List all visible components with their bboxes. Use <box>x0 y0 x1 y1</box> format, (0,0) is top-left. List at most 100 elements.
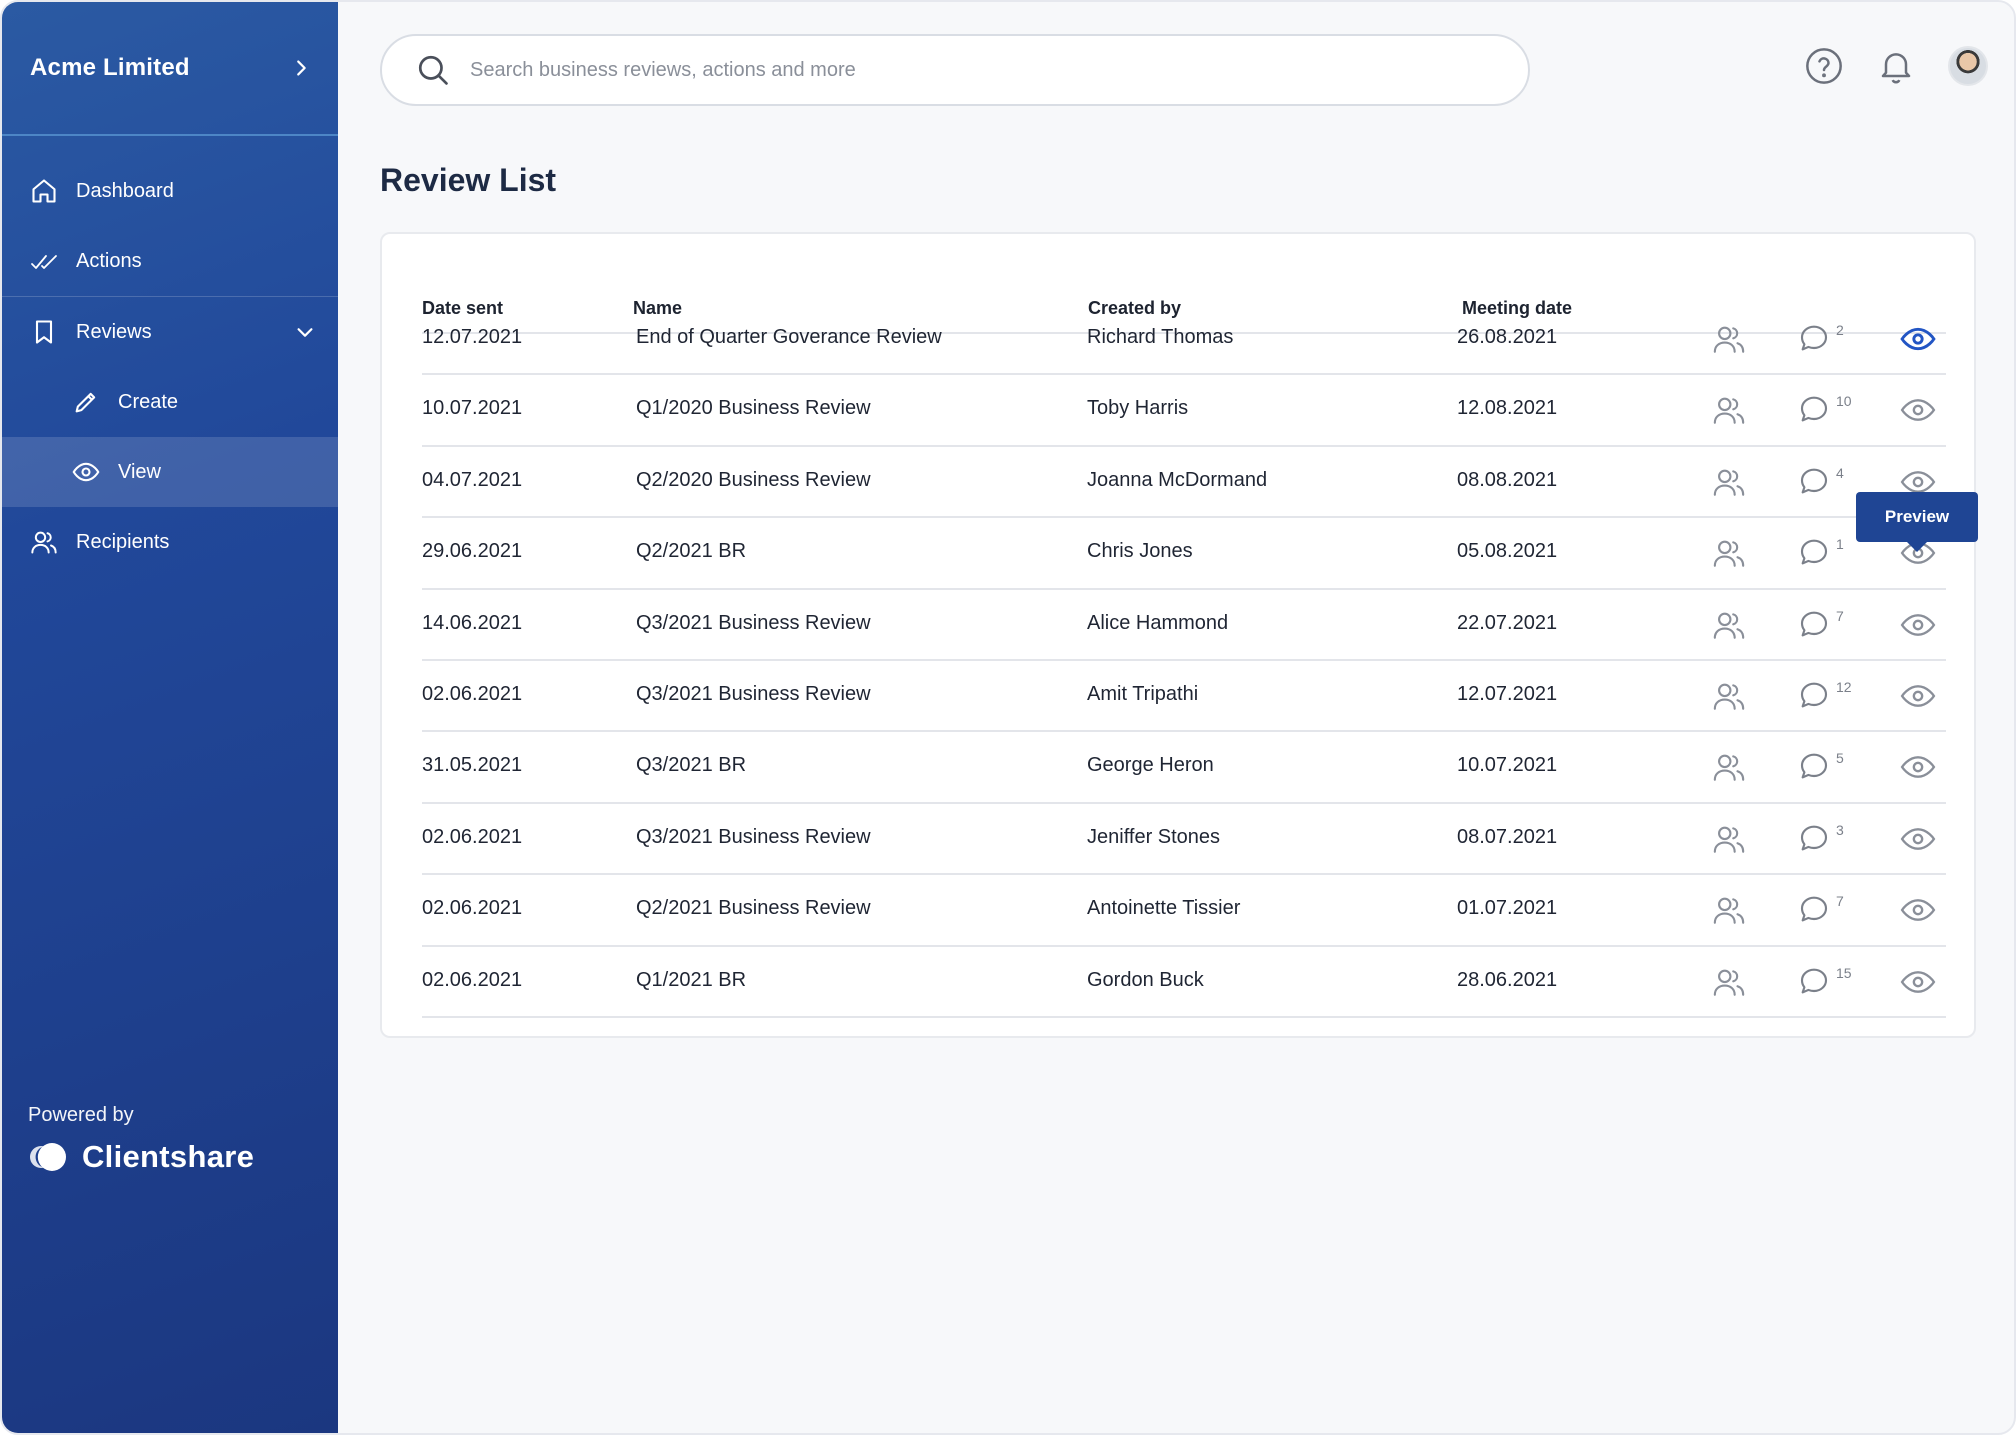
sidebar-item-reviews[interactable]: Reviews <box>2 297 338 367</box>
comment-icon[interactable] <box>1798 750 1830 782</box>
comment-icon[interactable] <box>1798 679 1830 711</box>
date-sent-cell: 02.06.2021 <box>422 968 523 991</box>
created-by-cell: Chris Jones <box>1087 540 1193 563</box>
meeting-date-cell: 08.07.2021 <box>1457 825 1558 848</box>
meeting-date-cell: 08.08.2021 <box>1457 468 1558 491</box>
comment-icon[interactable] <box>1798 893 1830 925</box>
sidebar-item-label: View <box>118 460 161 483</box>
sidebar-item-actions[interactable]: Actions <box>2 226 338 296</box>
search-bar[interactable] <box>380 34 1530 106</box>
table-row[interactable]: 12.07.2021 End of Quarter Goverance Revi… <box>422 304 1946 376</box>
eye-icon[interactable] <box>1900 679 1936 713</box>
avatar[interactable] <box>1948 46 1988 86</box>
org-switcher[interactable]: Acme Limited <box>2 2 338 136</box>
meeting-date-cell: 28.06.2021 <box>1457 968 1558 991</box>
sidebar-item-label: Actions <box>76 249 142 272</box>
meeting-date-cell: 12.08.2021 <box>1457 397 1558 420</box>
created-by-cell: Toby Harris <box>1087 397 1189 420</box>
help-circle-icon[interactable] <box>1804 46 1844 86</box>
review-name-cell[interactable]: Q2/2021 BR <box>636 540 746 563</box>
table-row[interactable]: 04.07.2021 Q2/2020 Business Review Joann… <box>422 447 1946 519</box>
comment-count: 10 <box>1836 393 1852 410</box>
app-window: Acme Limited Dashboard Actions Reviews C… <box>0 0 2016 1435</box>
users-icon[interactable] <box>1712 965 1746 999</box>
review-name-cell[interactable]: Q1/2020 Business Review <box>636 397 871 420</box>
comment-count: 7 <box>1836 607 1844 624</box>
comment-icon[interactable] <box>1798 536 1830 568</box>
created-by-cell: Jeniffer Stones <box>1087 825 1221 848</box>
date-sent-cell: 31.05.2021 <box>422 754 523 777</box>
table-body: 12.07.2021 End of Quarter Goverance Revi… <box>422 304 1946 1018</box>
users-icon[interactable] <box>1712 322 1746 356</box>
date-sent-cell: 14.06.2021 <box>422 611 523 634</box>
table-row[interactable]: 31.05.2021 Q3/2021 BR George Heron 10.07… <box>422 732 1946 804</box>
sidebar-item-label: Dashboard <box>76 179 174 202</box>
comment-count: 2 <box>1836 322 1844 338</box>
comment-icon[interactable] <box>1798 965 1830 997</box>
comment-icon[interactable] <box>1798 322 1830 354</box>
brand[interactable]: Clientshare <box>28 1139 254 1175</box>
review-name-cell[interactable]: End of Quarter Goverance Review <box>636 326 942 349</box>
eye-icon[interactable] <box>1900 322 1936 356</box>
created-by-cell: Richard Thomas <box>1087 326 1234 348</box>
sidebar-item-recipients[interactable]: Recipients <box>2 507 338 577</box>
created-by-cell: Gordon Buck <box>1087 968 1204 991</box>
review-name-cell[interactable]: Q3/2021 BR <box>636 754 746 777</box>
review-name-cell[interactable]: Q3/2021 Business Review <box>636 826 871 849</box>
users-icon[interactable] <box>1712 465 1746 499</box>
meeting-date-cell: 10.07.2021 <box>1457 754 1558 777</box>
review-name-cell[interactable]: Q1/2021 BR <box>636 969 746 992</box>
sidebar-item-dashboard[interactable]: Dashboard <box>2 156 338 226</box>
eye-icon[interactable] <box>1900 393 1936 427</box>
comment-count: 5 <box>1836 750 1844 767</box>
date-sent-cell: 02.06.2021 <box>422 682 523 705</box>
sidebar-item-label: Reviews <box>76 320 152 343</box>
sidebar-item-view[interactable]: View <box>2 437 338 507</box>
eye-icon[interactable] <box>1900 750 1936 784</box>
date-sent-cell: 29.06.2021 <box>422 540 523 563</box>
chevron-right-icon <box>297 60 306 76</box>
comment-icon[interactable] <box>1798 822 1830 854</box>
review-name-cell[interactable]: Q2/2020 Business Review <box>636 469 871 492</box>
users-icon[interactable] <box>1712 393 1746 427</box>
meeting-date-cell: 12.07.2021 <box>1457 682 1558 705</box>
meeting-date-cell: 01.07.2021 <box>1457 897 1558 920</box>
sidebar: Acme Limited Dashboard Actions Reviews C… <box>2 2 338 1433</box>
eye-icon[interactable] <box>1900 965 1936 999</box>
table-row[interactable]: 02.06.2021 Q1/2021 BR Gordon Buck 28.06.… <box>422 947 1946 1018</box>
table-row[interactable]: 02.06.2021 Q3/2021 Business Review Jenif… <box>422 804 1946 876</box>
eye-icon <box>72 462 100 482</box>
table-row[interactable]: 02.06.2021 Q2/2021 Business Review Antoi… <box>422 875 1946 947</box>
created-by-cell: Alice Hammond <box>1087 611 1229 634</box>
comment-icon[interactable] <box>1798 608 1830 640</box>
comment-icon[interactable] <box>1798 465 1830 497</box>
review-name-cell[interactable]: Q2/2021 Business Review <box>636 897 871 920</box>
bell-icon[interactable] <box>1876 46 1916 86</box>
powered-by: Powered by Clientshare <box>28 1104 254 1175</box>
search-icon <box>418 55 448 85</box>
users-icon[interactable] <box>1712 822 1746 856</box>
review-name-cell[interactable]: Q3/2021 Business Review <box>636 683 871 706</box>
sidebar-item-create[interactable]: Create <box>2 367 338 437</box>
table-row[interactable]: 29.06.2021 Q2/2021 BR Chris Jones 05.08.… <box>422 518 1946 590</box>
users-icon[interactable] <box>1712 893 1746 927</box>
table-row[interactable]: 02.06.2021 Q3/2021 Business Review Amit … <box>422 661 1946 733</box>
eye-icon[interactable] <box>1900 608 1936 642</box>
header-actions <box>1772 46 1988 86</box>
sidebar-item-label: Recipients <box>76 530 170 553</box>
review-name-cell[interactable]: Q3/2021 Business Review <box>636 612 871 635</box>
eye-icon[interactable] <box>1900 822 1936 856</box>
eye-icon[interactable] <box>1900 893 1936 927</box>
search-input[interactable] <box>470 58 1370 82</box>
users-icon[interactable] <box>1712 608 1746 642</box>
users-icon[interactable] <box>1712 679 1746 713</box>
created-by-cell: Antoinette Tissier <box>1087 897 1241 920</box>
table-row[interactable]: 14.06.2021 Q3/2021 Business Review Alice… <box>422 590 1946 661</box>
table-row[interactable]: 10.07.2021 Q1/2020 Business Review Toby … <box>422 375 1946 447</box>
users-icon[interactable] <box>1712 536 1746 570</box>
date-sent-cell: 02.06.2021 <box>422 825 523 848</box>
users-icon[interactable] <box>1712 750 1746 784</box>
comment-icon[interactable] <box>1798 393 1830 425</box>
comment-count: 15 <box>1836 964 1852 981</box>
sidebar-item-label: Create <box>118 390 179 413</box>
